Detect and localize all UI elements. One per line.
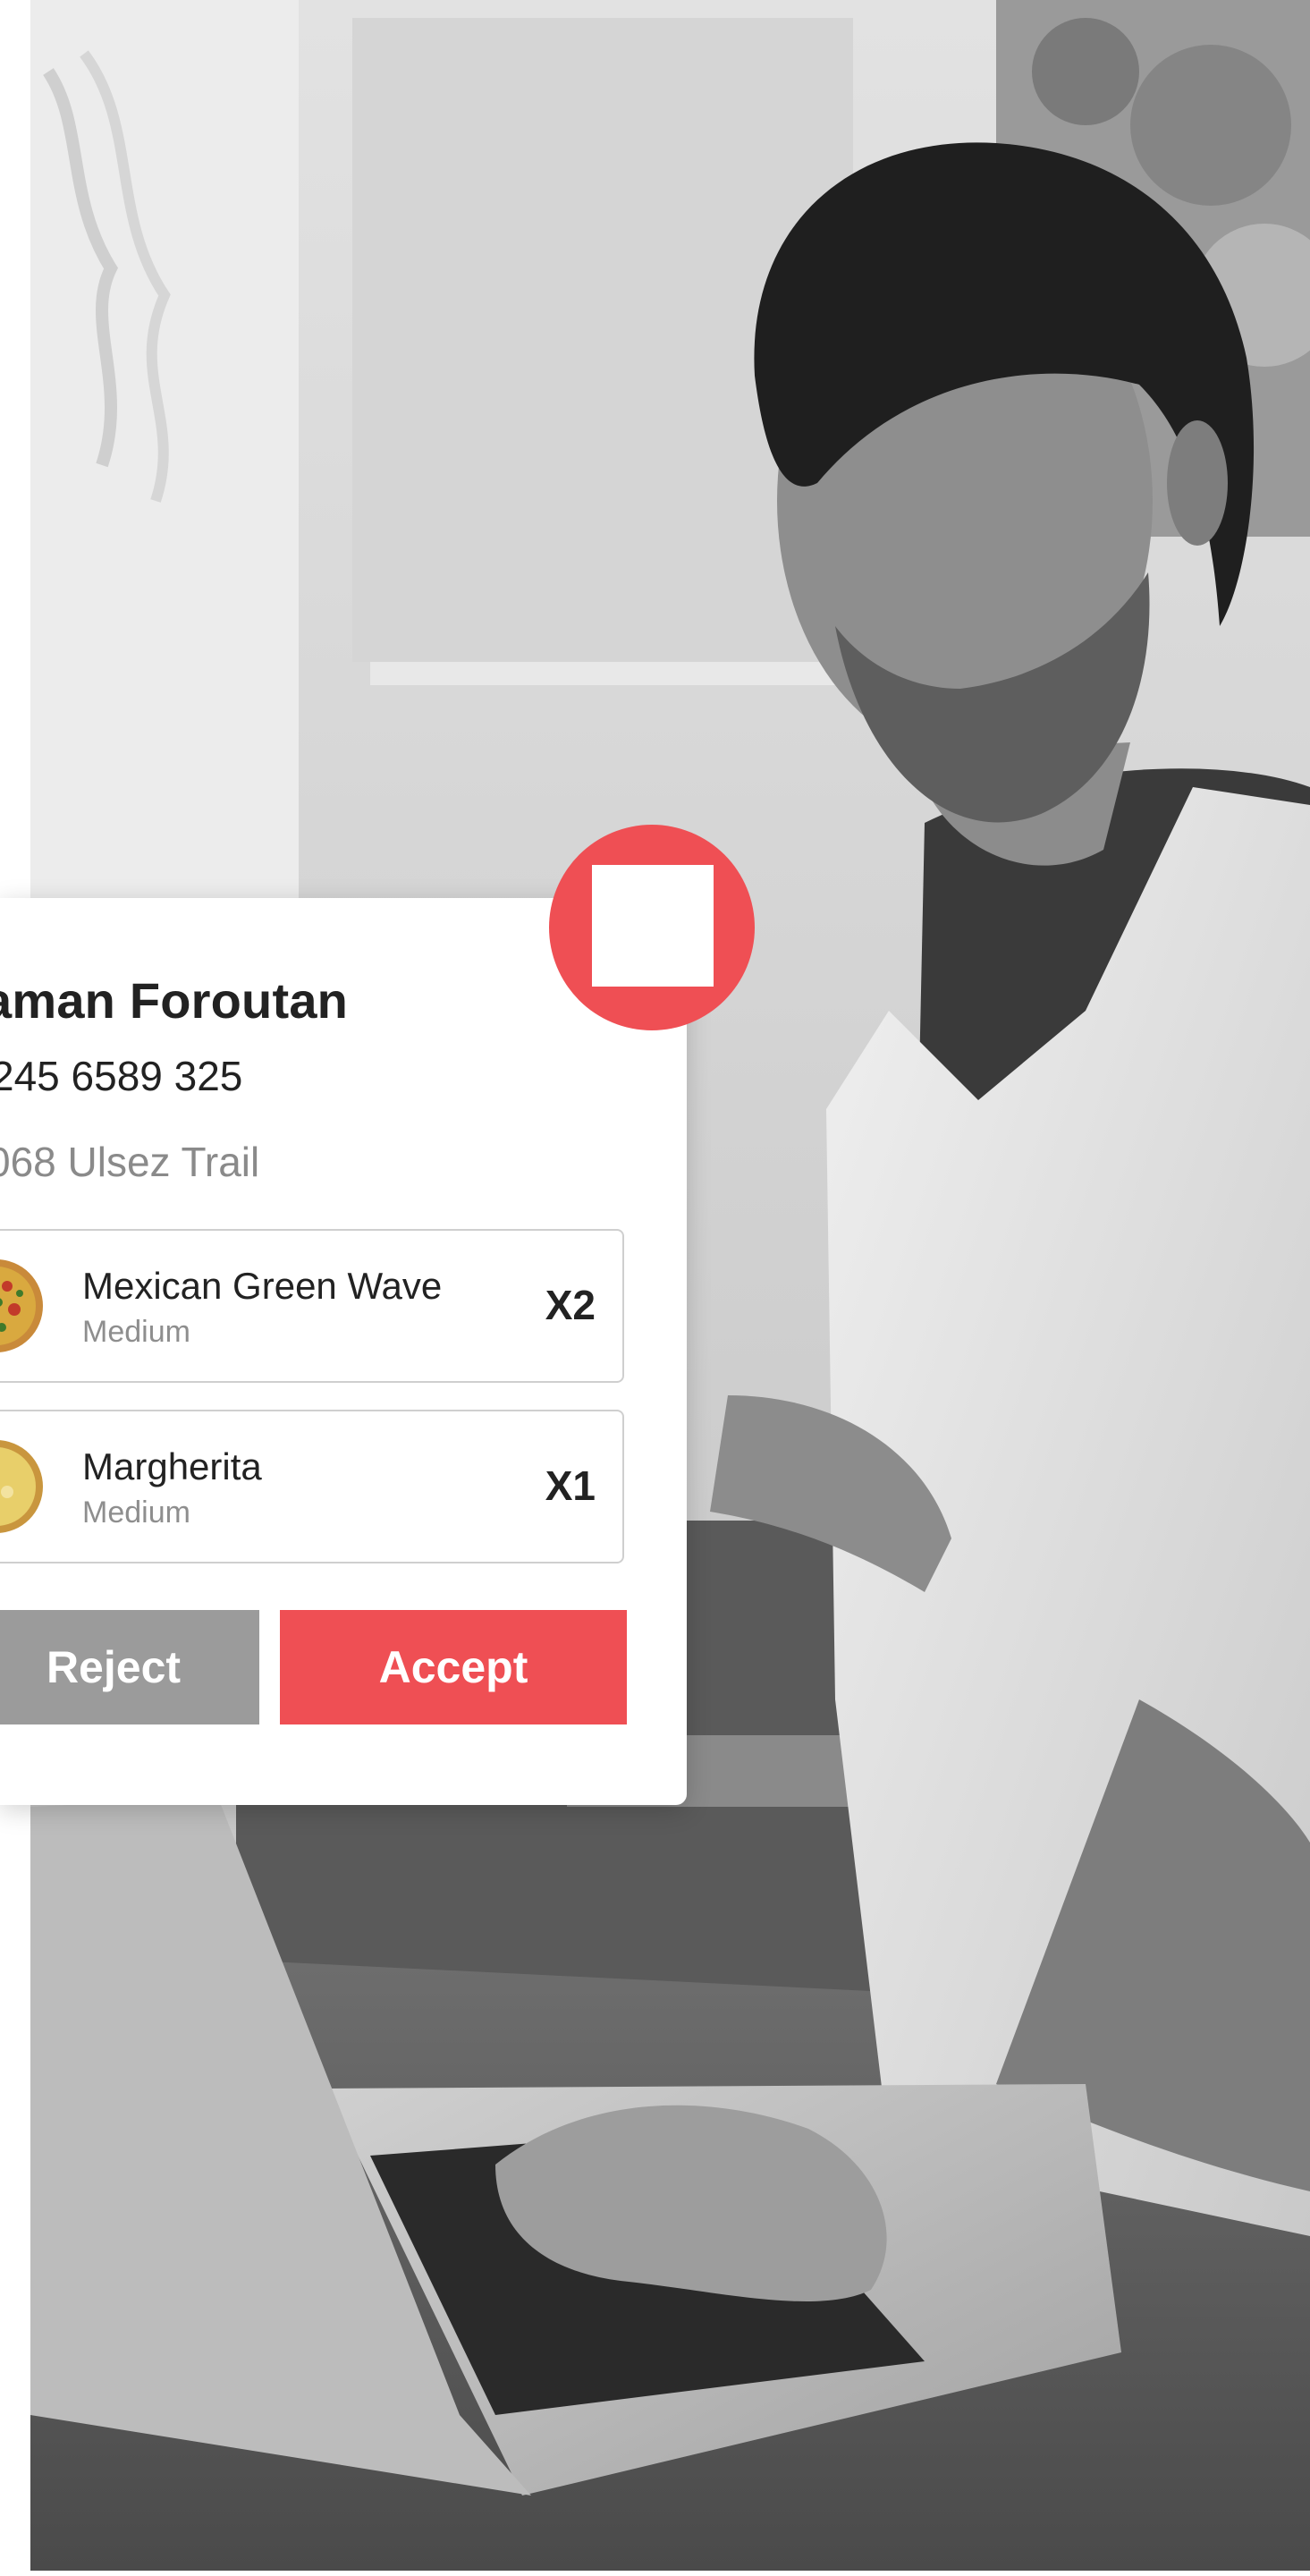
status-badge[interactable] [549, 825, 755, 1030]
item-size: Medium [82, 1496, 190, 1530]
item-name: Mexican Green Wave [82, 1265, 443, 1307]
pizza-icon [0, 1259, 43, 1352]
item-quantity: X2 [545, 1282, 596, 1328]
customer-address: 068 Ulsez Trail [0, 1139, 260, 1185]
page: aman Foroutan 245 6589 325 068 Ulsez Tra… [0, 0, 1310, 2576]
item-quantity: X1 [545, 1462, 596, 1509]
customer-phone: 245 6589 325 [0, 1053, 243, 1099]
reject-button-label: Reject [46, 1642, 182, 1692]
customer-name: aman Foroutan [0, 972, 349, 1029]
order-card: aman Foroutan 245 6589 325 068 Ulsez Tra… [0, 898, 687, 1805]
item-size: Medium [82, 1315, 190, 1349]
item-name: Margherita [82, 1445, 262, 1487]
reject-button[interactable]: Reject [0, 1610, 259, 1724]
accept-button-label: Accept [378, 1642, 528, 1692]
pizza-icon [0, 1440, 43, 1533]
order-item: Margherita Medium X1 [0, 1410, 624, 1563]
order-item: Mexican Green Wave Medium X2 [0, 1229, 624, 1383]
square-icon [592, 865, 714, 987]
accept-button[interactable]: Accept [280, 1610, 627, 1724]
